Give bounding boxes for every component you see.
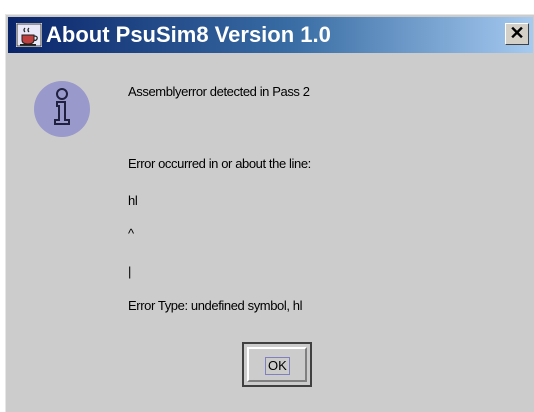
- message-line-5: |: [128, 264, 131, 279]
- java-cup-icon: [16, 23, 42, 47]
- about-dialog: About PsuSim8 Version 1.0 ✕ Assemblyerro…: [5, 14, 534, 412]
- message-line-1: Assemblyerror detected in Pass 2: [128, 84, 310, 99]
- window-title: About PsuSim8 Version 1.0: [46, 22, 331, 47]
- close-button[interactable]: ✕: [505, 23, 529, 45]
- message-line-6: Error Type: undefined symbol, hl: [128, 298, 303, 313]
- message-line-2: Error occurred in or about the line:: [128, 156, 311, 171]
- ok-button-frame[interactable]: OK: [242, 342, 312, 387]
- ok-button[interactable]: OK: [247, 347, 307, 382]
- info-icon: [34, 81, 90, 137]
- close-icon: ✕: [509, 23, 525, 43]
- message-line-3: hl: [128, 193, 138, 208]
- ok-button-label: OK: [265, 357, 290, 375]
- title-bar[interactable]: About PsuSim8 Version 1.0 ✕: [8, 17, 533, 53]
- message-line-4: ^: [128, 226, 134, 241]
